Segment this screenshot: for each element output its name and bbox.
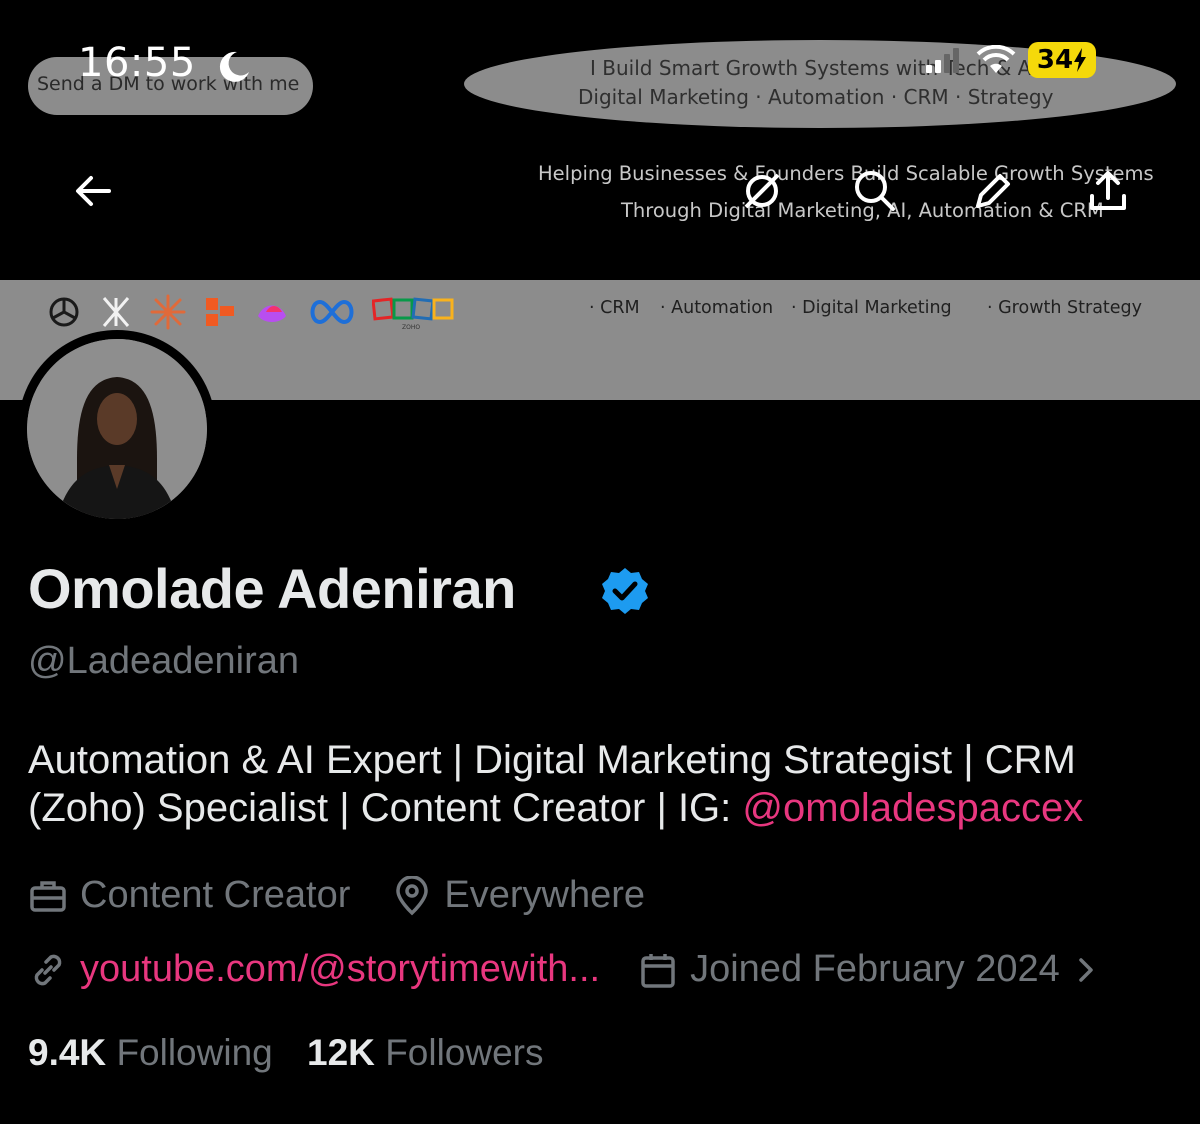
joined-label: Joined February 2024 <box>690 948 1060 990</box>
link-icon <box>34 954 62 985</box>
following-stat[interactable]: 9.4K Following <box>28 1032 273 1073</box>
chevron-right-icon <box>1079 957 1093 982</box>
banner-helping-line1: Helping Businesses & Founders Build Scal… <box>538 162 1154 185</box>
share-upload-icon <box>1090 171 1126 210</box>
cellular-signal-icon <box>926 48 959 73</box>
grok-button[interactable] <box>737 166 787 216</box>
follow-stats: 9.4K Following 12K Followers <box>28 1032 544 1074</box>
band-tag-growth-strategy: · Growth Strategy <box>987 298 1143 318</box>
followers-stat[interactable]: 12K Followers <box>307 1032 544 1073</box>
search-button[interactable] <box>850 166 900 216</box>
category-item: Content Creator <box>28 874 350 917</box>
verified-badge-icon[interactable] <box>600 566 650 616</box>
profile-meta-row-2: youtube.com/@storytimewith... Joined Feb… <box>28 948 1100 991</box>
grok-icon <box>744 173 780 209</box>
briefcase-icon <box>30 880 66 912</box>
profile-name: Omolade Adeniran <box>28 557 516 620</box>
make-logo-icon <box>102 297 130 327</box>
clickup-logo-icon <box>258 305 286 322</box>
edit-profile-button[interactable] <box>968 166 1018 216</box>
followers-count: 12K <box>307 1032 375 1073</box>
band-tag-crm: · CRM <box>589 298 640 318</box>
website-link[interactable]: youtube.com/@storytimewith... <box>80 948 600 991</box>
avatar-person-image <box>27 339 207 519</box>
band-tag-digital-marketing: · Digital Marketing <box>791 298 952 318</box>
moon-icon <box>219 51 249 82</box>
charging-bolt-icon <box>1074 48 1087 72</box>
bio-ig-link[interactable]: @omoladespaccex <box>742 786 1083 830</box>
status-time: 16:55 <box>78 40 196 86</box>
edit-pencil-icon <box>976 174 1010 208</box>
back-arrow-icon <box>76 176 111 206</box>
back-button[interactable] <box>68 166 118 216</box>
search-icon <box>855 171 895 211</box>
wifi-icon <box>976 45 1016 73</box>
zapier-logo-icon <box>206 298 234 326</box>
profile-bio: Automation & AI Expert | Digital Marketi… <box>28 736 1178 832</box>
banner-tool-logos: ZOHO <box>44 290 454 334</box>
website-item[interactable]: youtube.com/@storytimewith... <box>28 948 600 991</box>
profile-handle: @Ladeadeniran <box>28 640 300 682</box>
status-indicators: 34 <box>924 42 1096 78</box>
location-item: Everywhere <box>392 874 645 917</box>
following-label: Following <box>116 1032 273 1073</box>
joined-item[interactable]: Joined February 2024 <box>638 948 1100 991</box>
battery-indicator: 34 <box>1028 42 1096 78</box>
claude-logo-icon <box>150 294 186 330</box>
share-button[interactable] <box>1083 166 1133 216</box>
band-tag-automation: · Automation <box>660 298 774 318</box>
calendar-icon <box>641 953 675 988</box>
profile-meta-row-1: Content Creator Everywhere <box>28 874 645 917</box>
category-label: Content Creator <box>80 874 351 916</box>
infinity-logo-icon <box>310 299 354 325</box>
avatar[interactable] <box>18 330 216 528</box>
location-label: Everywhere <box>444 874 646 916</box>
following-count: 9.4K <box>28 1032 107 1073</box>
zoho-label: ZOHO <box>402 324 420 331</box>
openai-logo-icon <box>49 297 79 327</box>
followers-label: Followers <box>385 1032 544 1073</box>
avatar-photo <box>27 339 207 519</box>
zoho-logo-icon: ZOHO <box>372 297 454 331</box>
battery-level: 34 <box>1036 45 1074 75</box>
location-pin-icon <box>396 875 429 915</box>
banner-tagline-line2: Digital Marketing · Automation · CRM · S… <box>578 85 1054 109</box>
